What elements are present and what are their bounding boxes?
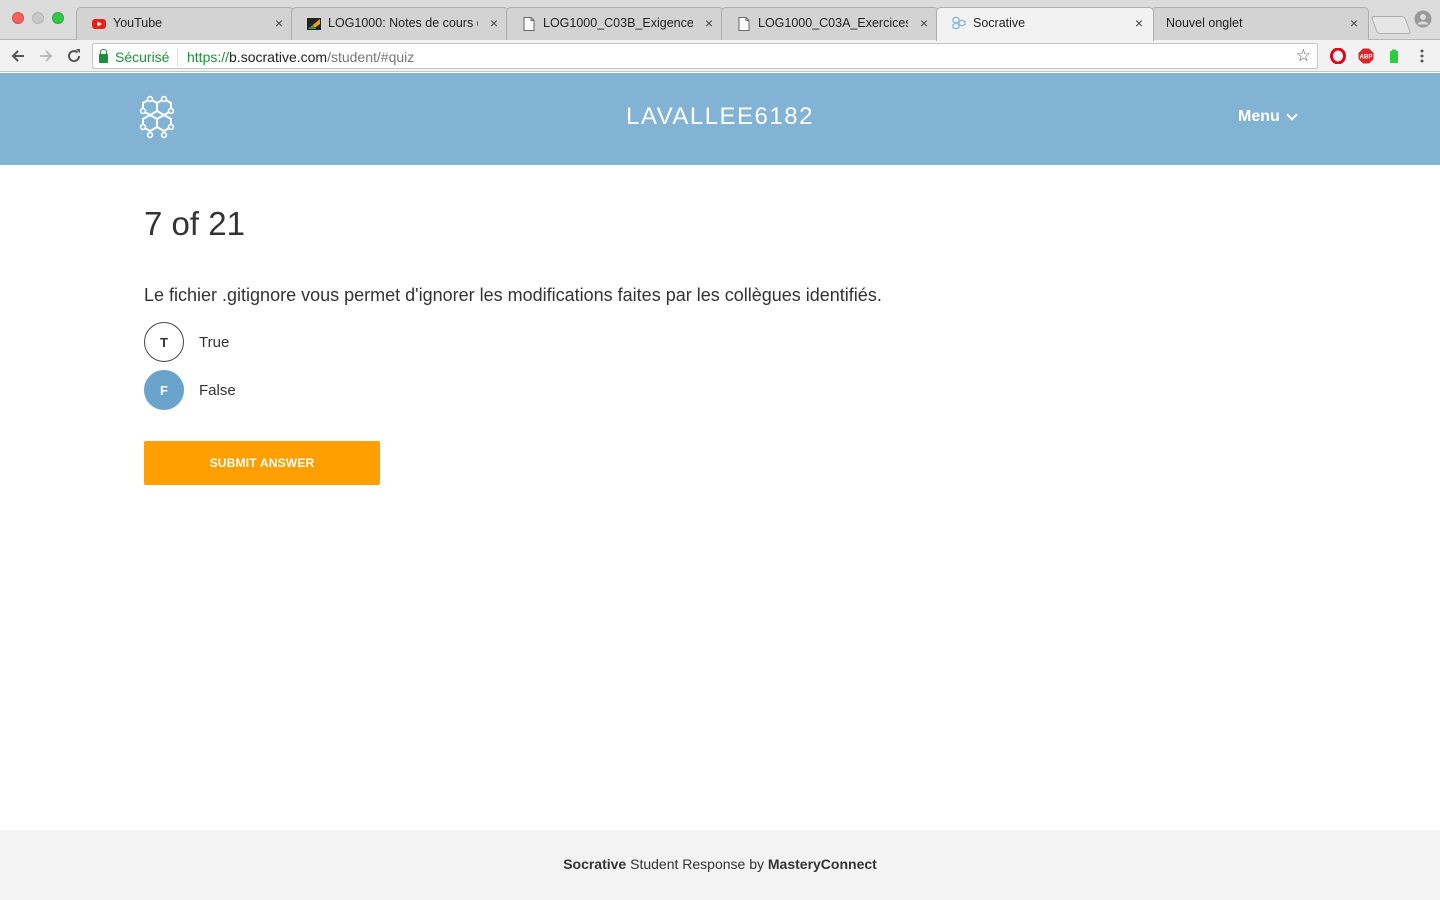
minimize-window-button[interactable]	[32, 12, 44, 24]
lock-icon	[99, 49, 108, 63]
tab-title: LOG1000: Notes de cours du	[328, 16, 478, 30]
footer-company-link[interactable]: MasteryConnect	[768, 856, 877, 872]
bookmark-star-icon[interactable]: ☆	[1296, 46, 1311, 66]
adblock-plus-icon[interactable]: ABP	[1358, 48, 1374, 64]
tab-title: YouTube	[113, 16, 163, 30]
answer-label: False	[199, 381, 236, 399]
tab-title: Socrative	[973, 16, 1026, 30]
tab-log1000-notes[interactable]: LOG1000: Notes de cours du ×	[291, 7, 509, 40]
tab-close-icon[interactable]: ×	[1350, 15, 1358, 31]
menu-dropdown-button[interactable]: Menu	[1238, 108, 1298, 126]
url-host: b.socrative.com	[229, 49, 328, 65]
page-footer: Socrative Student Response by MasteryCon…	[0, 830, 1440, 900]
question-text: Le fichier .gitignore vous permet d'igno…	[144, 285, 882, 305]
svg-text:ABP: ABP	[1360, 55, 1373, 61]
secure-label: Sécurisé	[115, 49, 170, 65]
security-indicator[interactable]: Sécurisé	[99, 48, 179, 66]
footer-middle: Student Response by	[626, 856, 768, 872]
url-scheme: https://	[187, 49, 230, 65]
tab-title: Nouvel onglet	[1166, 16, 1243, 30]
socrative-icon	[952, 16, 966, 30]
youtube-icon	[92, 19, 106, 29]
moodle-icon	[307, 18, 321, 30]
question-progress: 7 of 21	[144, 205, 245, 242]
more-menu-icon[interactable]	[1414, 48, 1430, 64]
answer-option-true[interactable]: T True	[144, 322, 229, 362]
document-icon	[523, 17, 535, 31]
close-window-button[interactable]	[12, 12, 24, 24]
footer-brand: Socrative	[563, 856, 627, 872]
tab-title: LOG1000_C03B_Exigences.p	[543, 16, 693, 30]
battery-extension-icon[interactable]	[1386, 48, 1402, 64]
footer-credit: Socrative Student Response by MasteryCon…	[0, 856, 1440, 872]
maximize-window-button[interactable]	[52, 12, 64, 24]
reload-icon[interactable]	[64, 46, 84, 66]
tab-youtube[interactable]: YouTube ×	[76, 7, 294, 40]
address-bar[interactable]: Sécurisé https://b.socrative.com/student…	[92, 43, 1318, 69]
chevron-down-icon	[1286, 109, 1298, 121]
tab-close-icon[interactable]: ×	[490, 15, 498, 31]
back-arrow-icon[interactable]	[8, 46, 28, 66]
url-path: /student/#quiz	[327, 49, 415, 65]
tab-title: LOG1000_C03A_ExercicesGi	[758, 16, 908, 30]
tab-socrative[interactable]: Socrative ×	[936, 7, 1154, 41]
opera-extension-icon[interactable]	[1330, 48, 1346, 64]
document-icon	[738, 17, 750, 31]
tab-new-tab[interactable]: Nouvel onglet ×	[1151, 7, 1369, 40]
answer-bubble[interactable]: F	[144, 370, 184, 410]
tab-close-icon[interactable]: ×	[1135, 15, 1143, 31]
tab-exercices-pdf[interactable]: LOG1000_C03A_ExercicesGi ×	[721, 7, 939, 40]
browser-tab-strip: YouTube × LOG1000: Notes de cours du × L…	[0, 0, 1440, 41]
tab-close-icon[interactable]: ×	[705, 15, 713, 31]
tab-exigences-pdf[interactable]: LOG1000_C03B_Exigences.p ×	[506, 7, 724, 40]
profile-icon[interactable]	[1414, 10, 1432, 28]
tab-close-icon[interactable]: ×	[920, 15, 928, 31]
answer-label: True	[199, 333, 230, 351]
room-name: LAVALLEE6182	[626, 103, 814, 130]
tab-close-icon[interactable]: ×	[275, 15, 283, 31]
answer-option-false[interactable]: F False	[144, 370, 236, 410]
browser-toolbar: Sécurisé https://b.socrative.com/student…	[0, 40, 1440, 72]
menu-label: Menu	[1238, 108, 1280, 125]
new-tab-button[interactable]	[1370, 16, 1412, 34]
url-text[interactable]: https://b.socrative.com/student/#quiz	[187, 49, 414, 65]
forward-arrow-icon[interactable]	[36, 46, 56, 66]
submit-answer-button[interactable]: SUBMIT ANSWER	[144, 441, 380, 485]
answer-bubble[interactable]: T	[144, 322, 184, 362]
socrative-header: LAVALLEE6182 Menu	[0, 73, 1440, 165]
